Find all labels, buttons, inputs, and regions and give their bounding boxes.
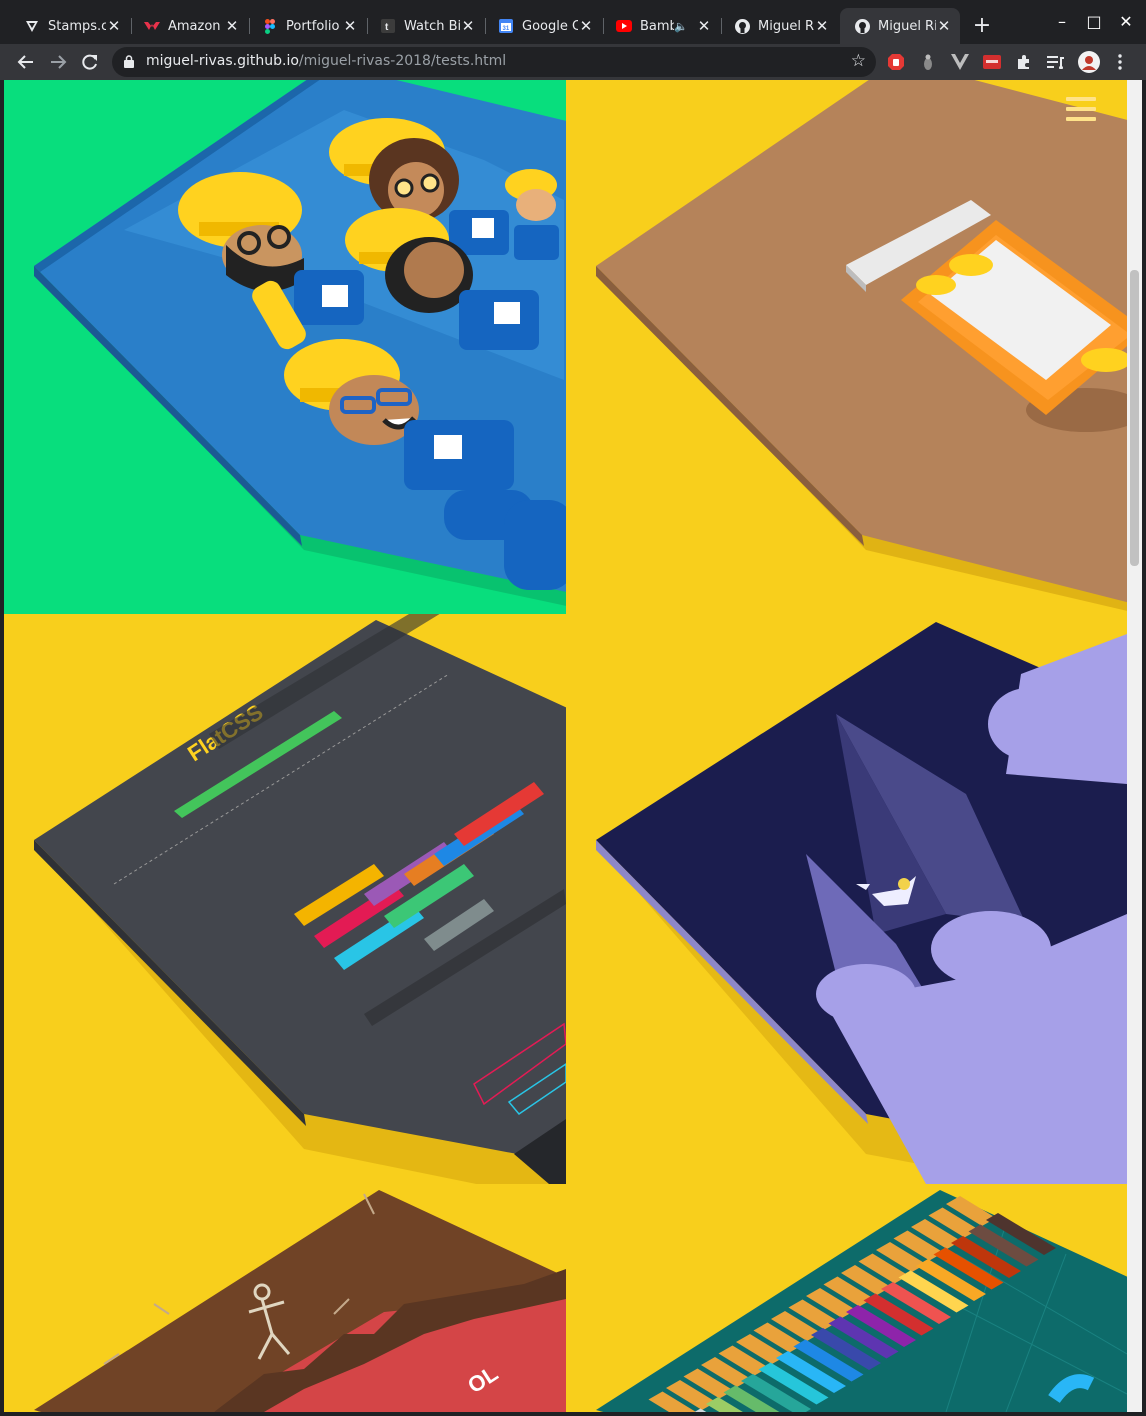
figma-icon xyxy=(262,18,278,34)
forward-arrow-icon xyxy=(51,55,67,69)
url-text: miguel-rivas.github.io/miguel-rivas-2018… xyxy=(146,53,506,69)
bookmark-star-icon[interactable]: ☆ xyxy=(851,51,866,71)
gallery-item-color-pencils[interactable] xyxy=(566,1184,1127,1412)
scrollbar-thumb[interactable] xyxy=(1130,270,1139,566)
tab-google-calendar[interactable]: 31 Google C ✕ xyxy=(484,8,602,44)
chrome-menu-icon[interactable] xyxy=(1110,52,1130,72)
close-tab-icon[interactable]: ✕ xyxy=(106,17,122,35)
youtube-icon xyxy=(616,18,632,34)
new-tab-button[interactable]: + xyxy=(970,14,994,38)
reload-icon xyxy=(82,54,97,70)
tab-title: Google C xyxy=(522,18,578,34)
audio-icon[interactable]: 🔈 xyxy=(674,20,688,33)
toolbar-extension-icon[interactable] xyxy=(982,52,1002,72)
extensions-puzzle-icon[interactable] xyxy=(1014,52,1034,72)
github-icon xyxy=(854,18,870,34)
calendar-icon: 31 xyxy=(498,18,514,34)
amazon-icon xyxy=(144,18,160,34)
browser-toolbar: miguel-rivas.github.io/miguel-rivas-2018… xyxy=(0,44,1146,80)
tab-title: Watch Bi xyxy=(404,18,460,34)
page-viewport: FlatCSS xyxy=(4,80,1127,1412)
gallery-item-flatcss[interactable]: FlatCSS xyxy=(4,614,566,1184)
tab-portfolio[interactable]: Portfolio ✕ xyxy=(248,8,366,44)
close-tab-icon[interactable]: ✕ xyxy=(814,17,830,35)
close-tab-icon[interactable]: ✕ xyxy=(696,17,712,35)
minimize-button[interactable]: – xyxy=(1047,10,1077,34)
pill-bottle-artwork xyxy=(596,80,1127,611)
gallery-item-pill-bottle[interactable] xyxy=(566,80,1127,614)
color-pencils-artwork xyxy=(596,1190,1127,1412)
tab-watch[interactable]: t Watch Bi ✕ xyxy=(366,8,484,44)
adblock-extension-icon[interactable] xyxy=(886,52,906,72)
profile-avatar[interactable] xyxy=(1077,50,1101,74)
vue-devtools-icon[interactable] xyxy=(950,52,970,72)
media-controls-icon[interactable] xyxy=(1046,52,1066,72)
reload-button[interactable] xyxy=(76,48,104,76)
url-host: miguel-rivas.github.io xyxy=(146,53,299,69)
tab-miguel-active[interactable]: Miguel Ri ✕ xyxy=(840,8,960,44)
tab-stamps[interactable]: Stamps.co ✕ xyxy=(10,8,130,44)
tab-title: Miguel Ri xyxy=(758,18,814,34)
gallery-item-skeleton-dig[interactable]: OL xyxy=(4,1184,566,1412)
close-tab-icon[interactable]: ✕ xyxy=(224,17,240,35)
mountain-bird-artwork xyxy=(596,622,1127,1184)
extension-icon[interactable] xyxy=(918,52,938,72)
tab-youtube[interactable]: Bamb 🔈 ✕ xyxy=(602,8,720,44)
tab-title: Portfolio xyxy=(286,18,340,34)
tab-title: Amazon B xyxy=(168,18,224,34)
maximize-button[interactable]: □ xyxy=(1079,10,1109,34)
close-window-button[interactable]: ✕ xyxy=(1111,10,1141,34)
tab-title: Stamps.co xyxy=(48,18,106,34)
tab-miguel-1[interactable]: Miguel Ri ✕ xyxy=(720,8,838,44)
tab-title: Bamb xyxy=(640,18,675,34)
back-button[interactable] xyxy=(12,48,40,76)
address-bar[interactable]: miguel-rivas.github.io/miguel-rivas-2018… xyxy=(112,47,876,77)
close-tab-icon[interactable]: ✕ xyxy=(342,17,358,35)
lock-icon xyxy=(124,55,134,68)
tab-strip: Stamps.co ✕ Amazon B ✕ Portfolio ✕ t Wat… xyxy=(0,0,1146,44)
tab-amazon[interactable]: Amazon B ✕ xyxy=(130,8,248,44)
url-path: /miguel-rivas-2018/tests.html xyxy=(298,53,507,69)
browser-window: Stamps.co ✕ Amazon B ✕ Portfolio ✕ t Wat… xyxy=(0,0,1146,1416)
forward-button[interactable] xyxy=(44,48,72,76)
gallery-item-construction-workers[interactable] xyxy=(4,80,566,614)
svg-text:31: 31 xyxy=(503,26,510,32)
back-arrow-icon xyxy=(17,55,33,69)
tab-title: Miguel Ri xyxy=(878,18,936,34)
gallery-item-mountain-bird[interactable] xyxy=(566,614,1127,1184)
close-tab-icon[interactable]: ✕ xyxy=(578,17,594,35)
close-tab-icon[interactable]: ✕ xyxy=(936,17,952,35)
stamps-icon xyxy=(24,18,40,34)
tumblr-icon: t xyxy=(380,18,396,34)
flatcss-artwork: FlatCSS xyxy=(34,614,566,1184)
hamburger-menu-icon[interactable] xyxy=(1066,97,1096,121)
close-tab-icon[interactable]: ✕ xyxy=(460,17,476,35)
github-icon xyxy=(734,18,750,34)
construction-workers-artwork xyxy=(34,80,566,606)
skeleton-dig-artwork: OL xyxy=(34,1190,566,1412)
